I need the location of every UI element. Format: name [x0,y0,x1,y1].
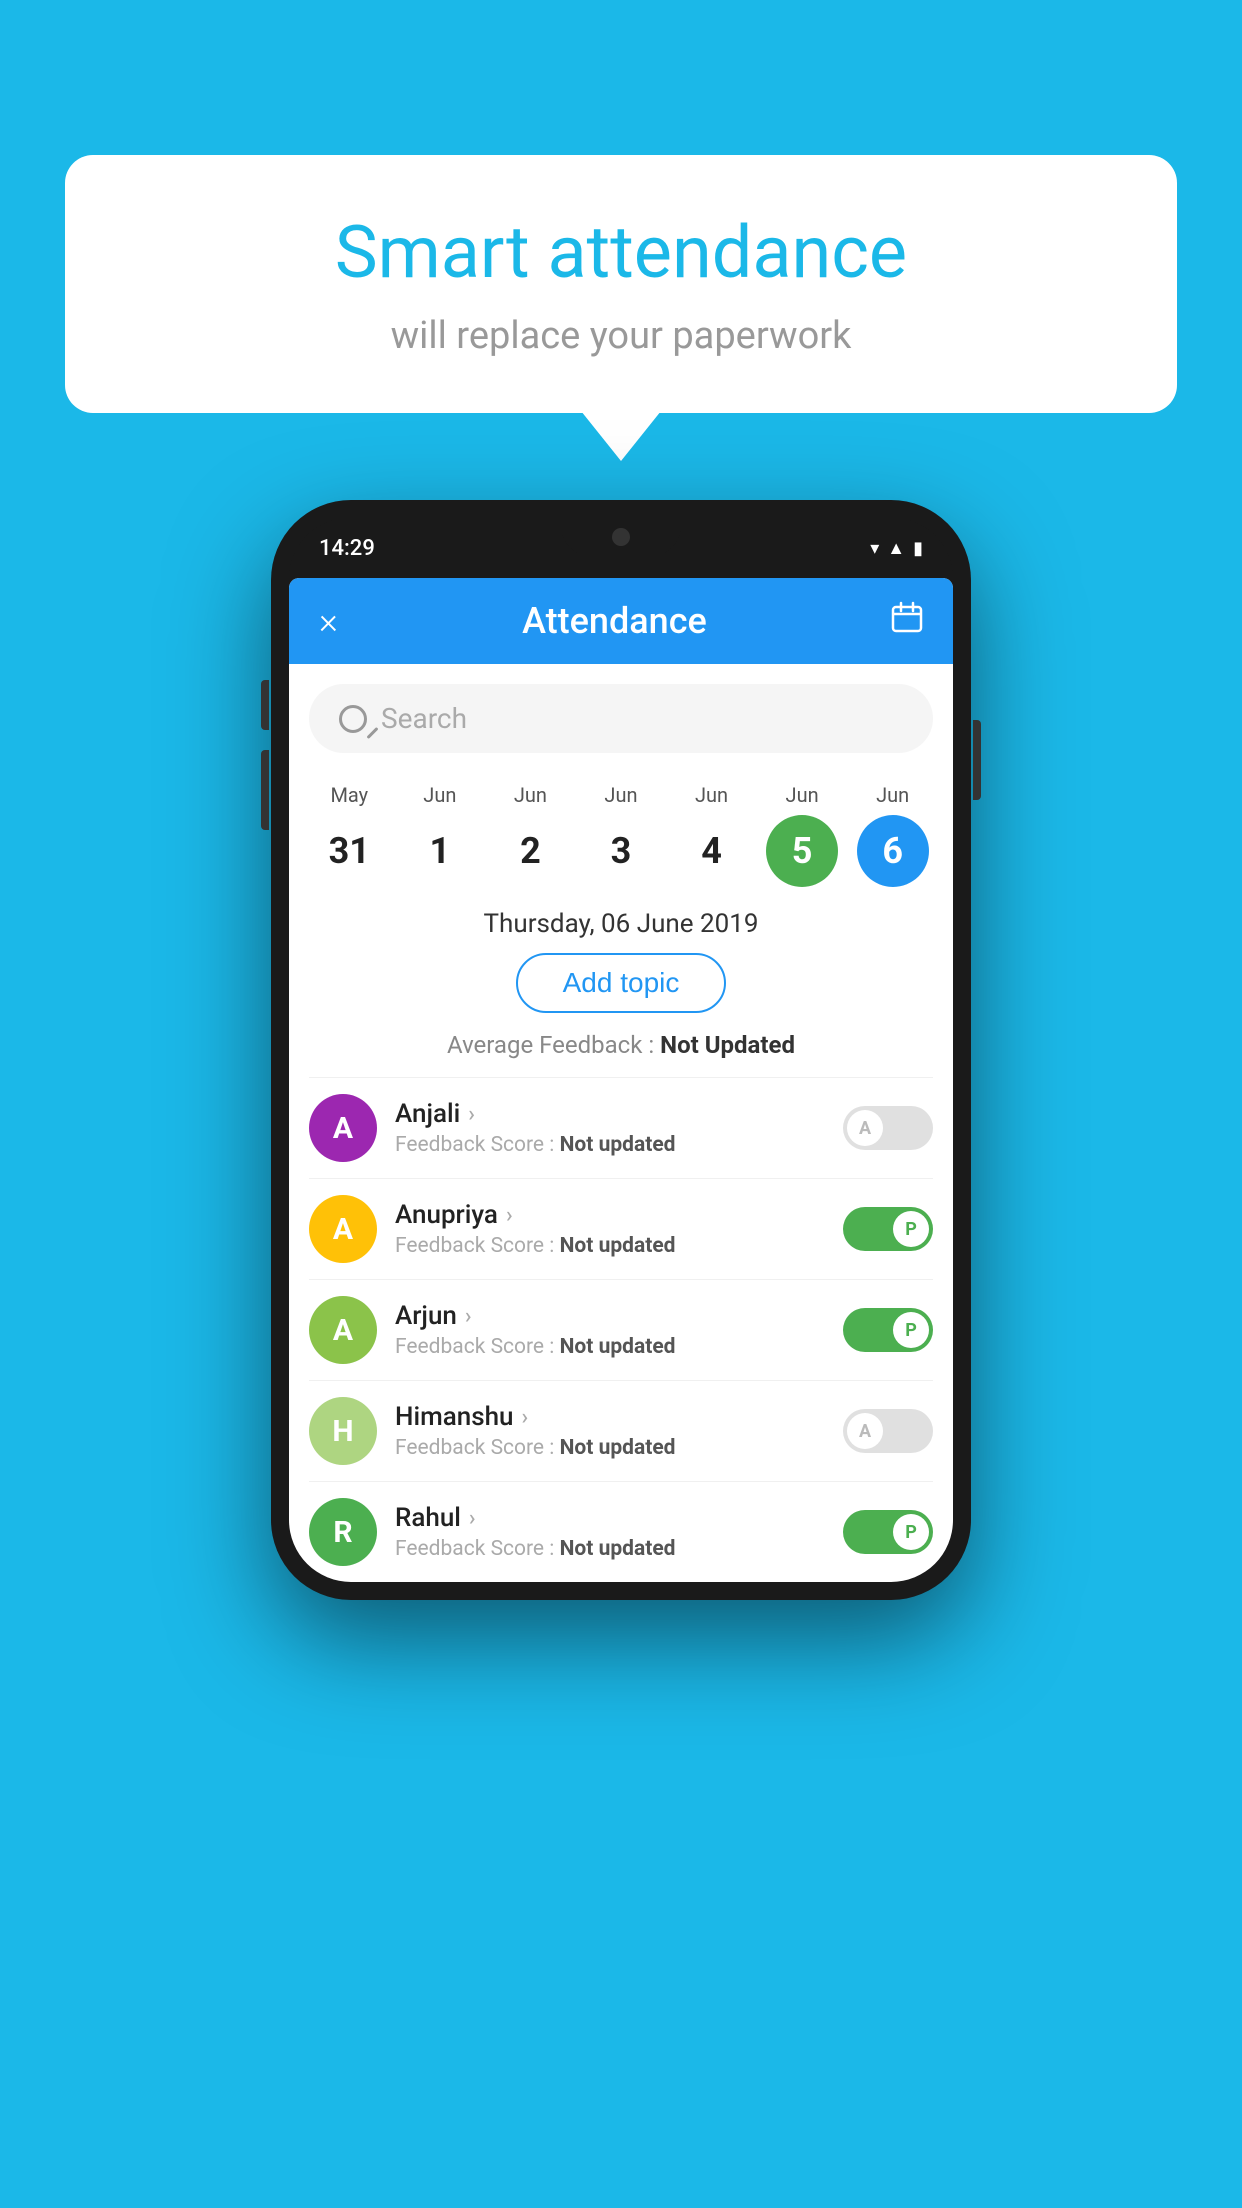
search-bar[interactable]: Search [309,684,933,753]
status-time: 14:29 [319,536,375,561]
date-month: Jun [423,783,456,807]
bubble-subtitle: will replace your paperwork [125,314,1117,358]
student-name[interactable]: Rahul › [395,1503,825,1533]
student-name[interactable]: Arjun › [395,1301,825,1331]
student-row[interactable]: H Himanshu › Feedback Score : Not updated A [309,1380,933,1481]
wifi-icon: ▾ [870,538,879,559]
attendance-toggle[interactable]: A [843,1409,933,1453]
student-name[interactable]: Anupriya › [395,1200,825,1230]
toggle-wrap[interactable]: A [843,1409,933,1453]
date-month: Jun [514,783,547,807]
date-number[interactable]: 5 [766,815,838,887]
speech-bubble-container: Smart attendance will replace your paper… [65,155,1177,413]
student-feedback: Feedback Score : Not updated [395,1234,825,1258]
avatar: R [309,1498,377,1566]
student-row[interactable]: A Anjali › Feedback Score : Not updated A [309,1077,933,1178]
student-info: Anjali › Feedback Score : Not updated [395,1099,825,1157]
student-info: Rahul › Feedback Score : Not updated [395,1503,825,1561]
toggle-thumb: P [893,1514,929,1550]
chevron-right-icon: › [522,1405,529,1430]
app-header: × Attendance [289,578,953,664]
chevron-right-icon: › [469,1506,476,1531]
attendance-toggle[interactable]: P [843,1510,933,1554]
date-month: May [330,783,368,807]
header-title: Attendance [522,600,707,642]
bubble-title: Smart attendance [125,210,1117,296]
date-month: Jun [604,783,637,807]
avatar: A [309,1296,377,1364]
chevron-right-icon: › [506,1203,513,1228]
close-button[interactable]: × [319,600,338,642]
date-cell[interactable]: Jun 1 [400,783,480,887]
date-cell[interactable]: May 31 [309,783,389,887]
chevron-right-icon: › [465,1304,472,1329]
date-row: May 31 Jun 1 Jun 2 Jun 3 Jun 4 Jun 5 Jun 6 [289,773,953,887]
student-row[interactable]: A Arjun › Feedback Score : Not updated P [309,1279,933,1380]
calendar-icon[interactable] [891,601,923,641]
signal-icon: ▲ [887,538,905,559]
volume-down-button [261,750,269,830]
student-feedback: Feedback Score : Not updated [395,1537,825,1561]
toggle-thumb: P [893,1211,929,1247]
student-info: Anupriya › Feedback Score : Not updated [395,1200,825,1258]
student-list: AAnjali ›Feedback Score : Not updatedAAA… [289,1077,953,1582]
avatar: H [309,1397,377,1465]
avg-feedback: Average Feedback : Not Updated [289,1031,953,1059]
toggle-wrap[interactable]: P [843,1510,933,1554]
toggle-thumb: P [893,1312,929,1348]
speech-bubble: Smart attendance will replace your paper… [65,155,1177,413]
date-cell[interactable]: Jun 5 [762,783,842,887]
power-button [973,720,981,800]
student-name[interactable]: Anjali › [395,1099,825,1129]
avg-feedback-label: Average Feedback : [447,1031,660,1059]
search-icon [339,705,367,733]
student-info: Himanshu › Feedback Score : Not updated [395,1402,825,1460]
student-name[interactable]: Himanshu › [395,1402,825,1432]
date-cell[interactable]: Jun 6 [853,783,933,887]
date-cell[interactable]: Jun 2 [490,783,570,887]
date-cell[interactable]: Jun 3 [581,783,661,887]
toggle-wrap[interactable]: P [843,1308,933,1352]
date-number[interactable]: 31 [313,815,385,887]
student-feedback: Feedback Score : Not updated [395,1133,825,1157]
date-number[interactable]: 2 [494,815,566,887]
toggle-thumb: A [847,1413,883,1449]
toggle-thumb: A [847,1110,883,1146]
status-bar: 14:29 ▾ ▲ ▮ [289,518,953,578]
date-cell[interactable]: Jun 4 [672,783,752,887]
avatar: A [309,1195,377,1263]
date-number[interactable]: 3 [585,815,657,887]
volume-up-button [261,680,269,730]
attendance-toggle[interactable]: P [843,1207,933,1251]
add-topic-button[interactable]: Add topic [516,953,727,1013]
student-feedback: Feedback Score : Not updated [395,1335,825,1359]
date-number[interactable]: 1 [404,815,476,887]
student-row[interactable]: A Anupriya › Feedback Score : Not updated P [309,1178,933,1279]
attendance-toggle[interactable]: A [843,1106,933,1150]
attendance-toggle[interactable]: P [843,1308,933,1352]
camera [612,528,630,546]
status-icons: ▾ ▲ ▮ [870,538,923,559]
date-number[interactable]: 6 [857,815,929,887]
student-info: Arjun › Feedback Score : Not updated [395,1301,825,1359]
date-month: Jun [876,783,909,807]
toggle-wrap[interactable]: P [843,1207,933,1251]
phone-screen: × Attendance Search May 31 Jun 1 Jun 2 Jun 3 Jun [289,578,953,1582]
chevron-right-icon: › [468,1102,475,1127]
toggle-wrap[interactable]: A [843,1106,933,1150]
phone-wrapper: 14:29 ▾ ▲ ▮ × Attendance [271,500,971,1600]
selected-date-label: Thursday, 06 June 2019 [289,909,953,939]
search-placeholder: Search [381,702,467,735]
student-feedback: Feedback Score : Not updated [395,1436,825,1460]
avg-feedback-value: Not Updated [660,1031,795,1059]
battery-icon: ▮ [913,538,923,559]
notch [561,518,681,556]
date-month: Jun [695,783,728,807]
student-row[interactable]: R Rahul › Feedback Score : Not updated P [309,1481,933,1582]
avatar: A [309,1094,377,1162]
date-number[interactable]: 4 [676,815,748,887]
date-month: Jun [786,783,819,807]
phone-outer: 14:29 ▾ ▲ ▮ × Attendance [271,500,971,1600]
